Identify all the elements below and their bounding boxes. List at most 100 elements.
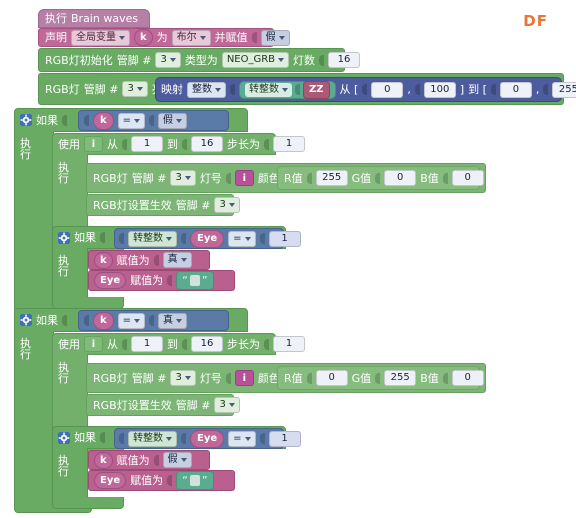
if-2-cond-value: 真 bbox=[163, 314, 174, 326]
set-variable-k-block-2[interactable]: k 赋值为 假 bbox=[88, 450, 210, 470]
set-eye-1-string-literal[interactable]: “ ” bbox=[176, 271, 214, 290]
value-socket bbox=[251, 32, 257, 43]
set-k-2-value: 假 bbox=[167, 454, 178, 465]
gear-icon[interactable] bbox=[20, 314, 32, 326]
rgb-color-reporter-2[interactable]: R值 0 G值 255 B值 0 bbox=[277, 366, 484, 390]
set-pixel-1-index-var[interactable]: i bbox=[234, 170, 254, 186]
set-eye-2-string-literal[interactable]: “ ” bbox=[176, 471, 214, 490]
map-to-min-input[interactable]: 0 bbox=[499, 81, 532, 98]
to-int-reporter-block[interactable]: 转整数 ZZ bbox=[239, 80, 336, 99]
set-pixel-2-index-var[interactable]: i bbox=[234, 370, 254, 386]
if-2-cond-operator[interactable]: = bbox=[117, 312, 146, 329]
event-hat-block[interactable]: 执行 Brain waves bbox=[38, 9, 150, 28]
inner-if-1-condition-block[interactable]: 转整数 Eye = 1 bbox=[114, 228, 301, 249]
gear-icon[interactable] bbox=[58, 231, 70, 244]
rgb-1-b-input[interactable]: 0 bbox=[451, 170, 484, 186]
set-pixel-2-pin-dropdown[interactable]: 3 bbox=[170, 370, 196, 386]
rgb-show-block-2[interactable]: RGB灯设置生效 管脚 # 3 bbox=[86, 394, 240, 416]
map-to-max-input[interactable]: 255 bbox=[552, 81, 576, 98]
inner-if-1-cond-var[interactable]: Eye bbox=[190, 229, 225, 248]
value-socket bbox=[306, 172, 312, 184]
set-k-2-value-dropdown[interactable]: 假 bbox=[162, 452, 192, 468]
for-1-counter-var[interactable]: i bbox=[84, 136, 103, 152]
value-socket bbox=[225, 172, 231, 184]
chevron-down-icon bbox=[244, 436, 251, 441]
declare-assign-label: 并赋值 bbox=[214, 31, 248, 44]
if-1-cond-value-dropdown[interactable]: 假 bbox=[158, 112, 188, 129]
rgb-init-label: RGB灯初始化 bbox=[45, 53, 113, 67]
inner-if-2-cond-var[interactable]: Eye bbox=[190, 429, 225, 448]
value-socket bbox=[84, 115, 89, 126]
zz-variable[interactable]: ZZ bbox=[303, 80, 330, 99]
chevron-down-icon bbox=[228, 203, 235, 207]
set-k-2-var[interactable]: k bbox=[94, 451, 113, 469]
blockly-canvas[interactable]: DF 执行 Brain waves 声明 全局变量 k 为 布尔 并赋值 假 R… bbox=[0, 0, 576, 518]
rgb-show-block-1[interactable]: RGB灯设置生效 管脚 # 3 bbox=[86, 194, 240, 216]
set-eye-2-var[interactable]: Eye bbox=[94, 472, 127, 489]
show-2-pin-dropdown[interactable]: 3 bbox=[214, 397, 240, 413]
set-eye-1-var[interactable]: Eye bbox=[94, 272, 127, 289]
to-int-dropdown[interactable]: 转整数 bbox=[245, 82, 292, 97]
rgb-2-r-input[interactable]: 0 bbox=[315, 370, 348, 386]
rgb-init-type-value: NEO_GRB bbox=[226, 54, 276, 65]
map-type-dropdown[interactable]: 整数 bbox=[187, 81, 226, 98]
declare-variable-block[interactable]: 声明 全局变量 k 为 布尔 并赋值 假 bbox=[38, 28, 290, 47]
chevron-down-icon bbox=[180, 458, 187, 462]
set-variable-k-block-1[interactable]: k 赋值为 真 bbox=[88, 250, 210, 270]
declare-scope-dropdown[interactable]: 全局变量 bbox=[71, 29, 130, 46]
inner-if-1-to-int-dropdown[interactable]: 转整数 bbox=[128, 230, 177, 247]
for-2-to-label: 到 bbox=[167, 337, 178, 351]
value-socket bbox=[167, 275, 173, 286]
if-1-condition-block[interactable]: k = 假 bbox=[78, 110, 229, 131]
for-2-step-input[interactable]: 1 bbox=[273, 336, 305, 352]
for-2-from-input[interactable]: 1 bbox=[131, 336, 163, 352]
for-1-from-input[interactable]: 1 bbox=[131, 136, 163, 152]
rgb-1-g-input[interactable]: 0 bbox=[384, 170, 417, 186]
gear-icon[interactable] bbox=[58, 431, 70, 444]
inner-if-2-cond-operator[interactable]: = bbox=[228, 430, 256, 447]
inner-if-2-to-int-dropdown[interactable]: 转整数 bbox=[128, 430, 177, 447]
rgb-init-type-dropdown[interactable]: NEO_GRB bbox=[221, 52, 290, 68]
if-2-condition-block[interactable]: k = 真 bbox=[78, 310, 229, 331]
if-2-cond-var[interactable]: k bbox=[93, 311, 114, 330]
inner-if-2-cond-value[interactable]: 1 bbox=[268, 430, 301, 447]
inner-if-2-condition-block[interactable]: 转整数 Eye = 1 bbox=[114, 428, 301, 449]
rgb-init-block[interactable]: RGB灯初始化 管脚 # 3 类型为 NEO_GRB 灯数 16 bbox=[38, 48, 361, 72]
rgb-init-count-input[interactable]: 16 bbox=[328, 52, 361, 68]
rgb-brightness-pin-dropdown[interactable]: 3 bbox=[122, 81, 148, 97]
set-variable-eye-block-1[interactable]: Eye 赋值为 “ ” bbox=[88, 270, 235, 291]
set-variable-eye-block-2[interactable]: Eye 赋值为 “ ” bbox=[88, 470, 235, 491]
show-1-pin-dropdown[interactable]: 3 bbox=[214, 197, 240, 213]
for-2-to-input[interactable]: 16 bbox=[191, 336, 223, 352]
if-1-cond-var[interactable]: k bbox=[93, 111, 114, 130]
if-1-cond-operator[interactable]: = bbox=[117, 112, 146, 129]
if-2-cond-value-dropdown[interactable]: 真 bbox=[158, 312, 188, 329]
to-int-label: 转整数 bbox=[249, 83, 279, 95]
for-1-to-input[interactable]: 16 bbox=[191, 136, 223, 152]
value-socket bbox=[84, 315, 89, 326]
set-k-1-value-dropdown[interactable]: 真 bbox=[162, 252, 192, 268]
set-eye-2-string-input[interactable] bbox=[189, 475, 200, 486]
rgb-init-pin-dropdown[interactable]: 3 bbox=[155, 52, 181, 68]
declare-type-dropdown[interactable]: 布尔 bbox=[171, 29, 211, 46]
set-k-1-var[interactable]: k bbox=[94, 251, 113, 269]
for-2-counter-var[interactable]: i bbox=[84, 336, 103, 352]
inner-if-1-cond-value[interactable]: 1 bbox=[268, 230, 301, 247]
rgb-1-r-input[interactable]: 255 bbox=[315, 170, 348, 186]
gear-icon[interactable] bbox=[20, 114, 32, 126]
declare-type-value: 布尔 bbox=[176, 31, 197, 43]
inner-if-1-cond-operator[interactable]: = bbox=[228, 230, 256, 247]
set-pixel-1-pin-dropdown[interactable]: 3 bbox=[170, 170, 196, 186]
chevron-down-icon bbox=[166, 236, 172, 241]
declare-var-name[interactable]: k bbox=[134, 29, 153, 46]
declare-value-dropdown[interactable]: 假 bbox=[260, 29, 290, 46]
set-eye-1-string-input[interactable] bbox=[189, 275, 200, 286]
value-socket bbox=[153, 254, 159, 266]
map-from-max-input[interactable]: 100 bbox=[423, 81, 456, 98]
rgb-2-b-input[interactable]: 0 bbox=[451, 370, 484, 386]
rgb-color-reporter-1[interactable]: R值 255 G值 0 B值 0 bbox=[277, 166, 484, 190]
map-from-min-input[interactable]: 0 bbox=[371, 81, 404, 98]
for-1-step-input[interactable]: 1 bbox=[273, 136, 305, 152]
map-reporter-block[interactable]: 映射 整数 转整数 ZZ 从 [ 0 , 100 ] 到 [ 0 , 255 bbox=[155, 77, 576, 102]
rgb-2-g-input[interactable]: 255 bbox=[384, 370, 417, 386]
